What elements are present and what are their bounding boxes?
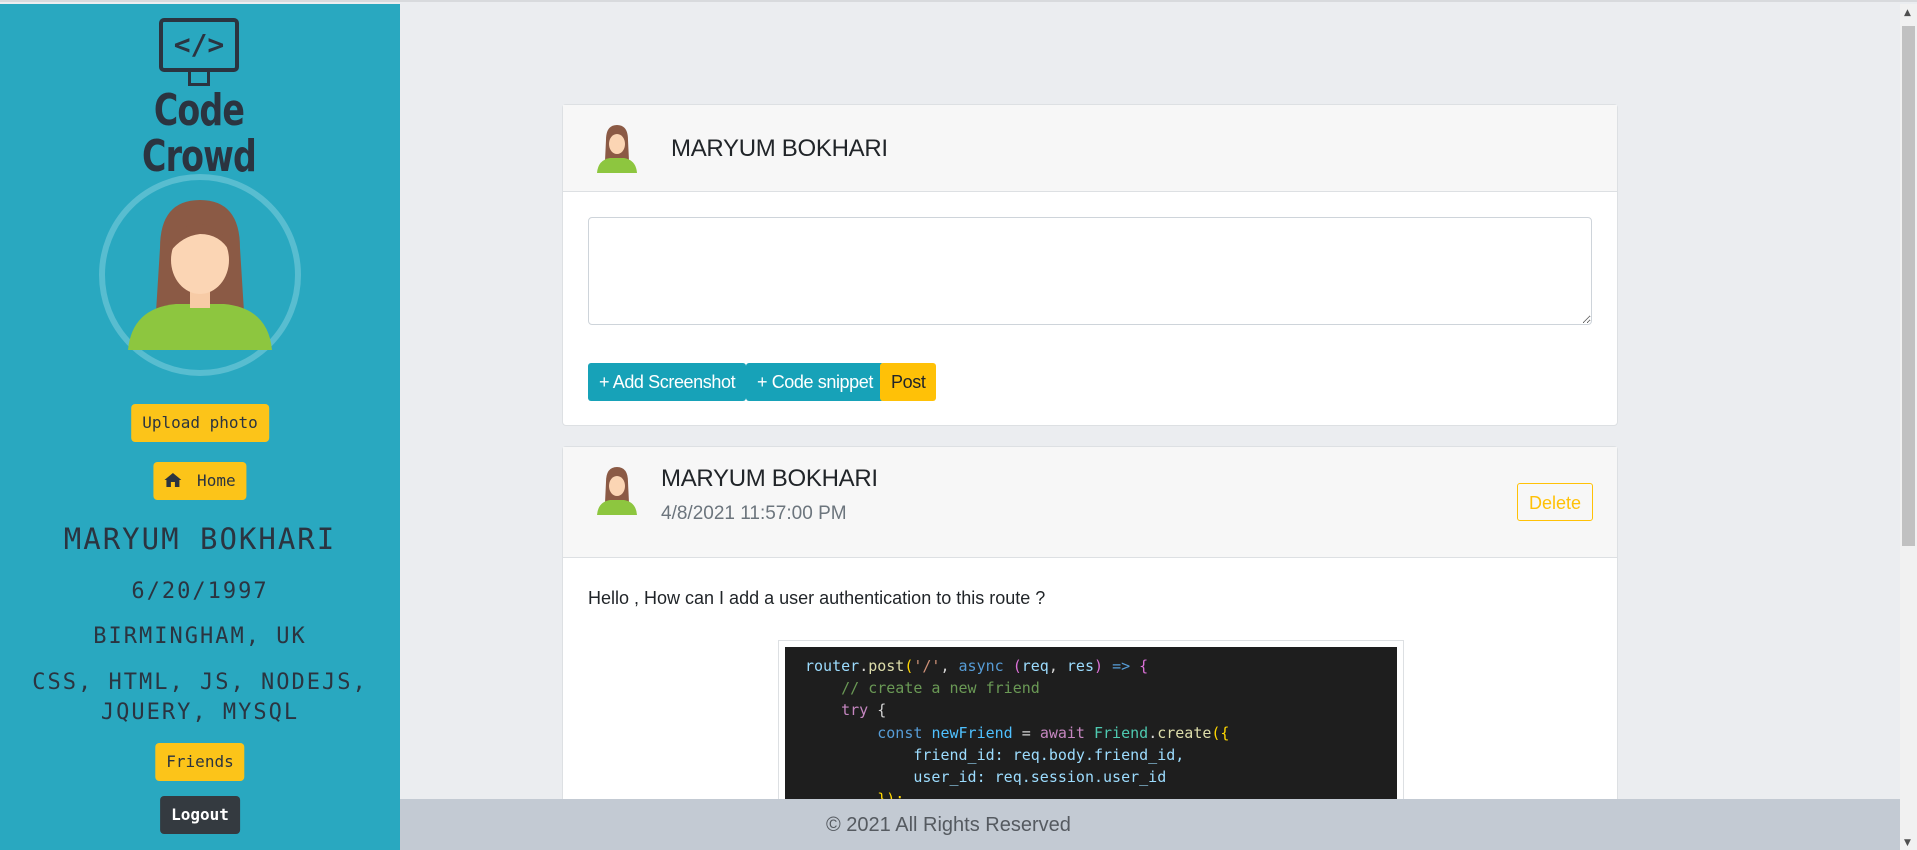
- profile-dob: 6/20/1997: [131, 579, 269, 604]
- footer: © 2021 All Rights Reserved: [400, 799, 1900, 850]
- scroll-thumb[interactable]: [1902, 26, 1915, 546]
- sidebar: </> Code Crowd Upload photo Home MARYUM …: [0, 4, 400, 850]
- logo-text: Code Crowd: [142, 85, 257, 182]
- post-header: MARYUM BOKHARI 4/8/2021 11:57:00 PM Dele…: [563, 447, 1617, 558]
- post-textarea[interactable]: [588, 217, 1592, 325]
- composer-header: MARYUM BOKHARI: [563, 105, 1617, 192]
- post-text: Hello , How can I add a user authenticat…: [588, 588, 1046, 608]
- post-timestamp: 4/8/2021 11:57:00 PM: [661, 503, 847, 524]
- copyright-text: © 2021 All Rights Reserved: [826, 814, 1071, 836]
- avatar-icon: [128, 200, 272, 350]
- code-screenshot: router.post('/', async (req, res) => { /…: [778, 640, 1404, 812]
- scroll-up-icon[interactable]: ▲: [1904, 8, 1911, 18]
- post-card: MARYUM BOKHARI 4/8/2021 11:57:00 PM Dele…: [562, 446, 1618, 812]
- avatar-icon: [597, 125, 637, 173]
- home-button[interactable]: Home: [153, 462, 247, 500]
- profile-skills: CSS, HTML, JS, NODEJS, JQUERY, MYSQL: [32, 670, 368, 725]
- code-line: router.post('/', async (req, res) => {: [805, 657, 1149, 675]
- code-line: // create a new friend: [805, 679, 1040, 698]
- code-line: user_id: req.session.user_id: [805, 767, 1167, 786]
- logout-button[interactable]: Logout: [160, 796, 240, 834]
- post-button[interactable]: Post: [880, 363, 937, 401]
- code-crowd-logo[interactable]: </> Code Crowd: [99, 18, 299, 180]
- home-label: Home: [197, 471, 236, 490]
- code-snippet-button[interactable]: + Code snippet: [746, 363, 884, 401]
- friends-button[interactable]: Friends: [155, 743, 245, 781]
- composer-card: MARYUM BOKHARI + Add Screenshot + Code s…: [562, 104, 1618, 426]
- code-line: try {: [841, 701, 887, 720]
- code-line: friend_id: req.body.friend_id,: [805, 745, 1185, 764]
- home-icon: [164, 471, 191, 490]
- code-line: const newFriend = await Friend.create({: [877, 723, 1230, 742]
- profile-name: MARYUM BOKHARI: [63, 522, 337, 556]
- upload-photo-button[interactable]: Upload photo: [131, 404, 269, 442]
- scroll-down-icon[interactable]: ▼: [1904, 838, 1911, 848]
- profile-avatar: [99, 174, 301, 376]
- avatar-icon: [597, 467, 637, 515]
- page-scrollbar[interactable]: ▲ ▼: [1900, 4, 1917, 850]
- delete-button[interactable]: Delete: [1516, 483, 1593, 521]
- profile-location: BIRMINGHAM, UK: [93, 624, 307, 649]
- post-user-name: MARYUM BOKHARI: [661, 465, 878, 492]
- composer-user-name: MARYUM BOKHARI: [671, 135, 888, 162]
- monitor-icon: </>: [159, 18, 239, 72]
- add-screenshot-button[interactable]: + Add Screenshot: [588, 363, 747, 401]
